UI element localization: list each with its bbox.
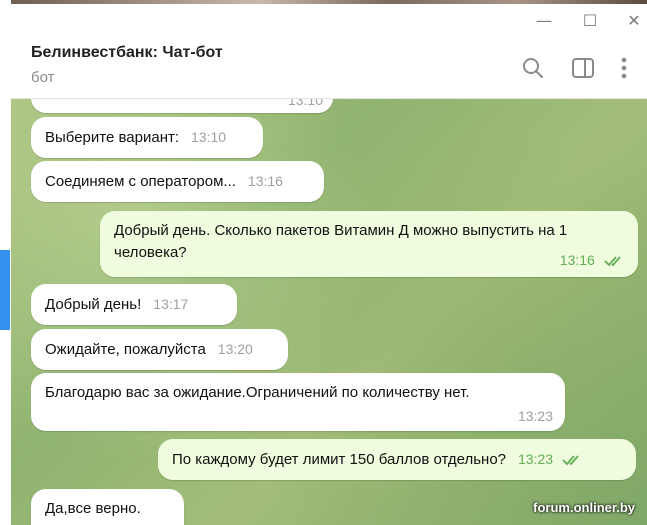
message-bubble[interactable]: Добрый день. Сколько пакетов Витамин Д м… [100, 211, 638, 277]
message-time: 13:16 [559, 252, 595, 268]
maximize-icon: ☐ [582, 11, 598, 30]
message-bubble[interactable]: Благодарю вас за ожидание.Ограничений по… [31, 373, 565, 431]
message-text: Добрый день! [45, 296, 142, 313]
message-time: 13:23 [517, 408, 553, 424]
message-text: Соединяем с оператором... [45, 173, 236, 190]
maximize-button[interactable]: ☐ [567, 8, 613, 34]
chat-header: Белинвестбанк: Чат-бот бот [11, 34, 647, 99]
message-text: По каждому будет лимит 150 баллов отдель… [172, 451, 507, 468]
watermark: forum.onliner.by [533, 500, 635, 515]
read-check-icon [604, 256, 621, 267]
message-bubble[interactable]: Ожидайте, пожалуйста 13:20 [31, 329, 288, 370]
message-text: Благодарю вас за ожидание.Ограничений по… [45, 384, 470, 401]
message-bubble[interactable]: Выберите вариант: 13:10 [31, 117, 263, 158]
message-text: Добрый день. Сколько пакетов Витамин Д м… [114, 222, 568, 261]
minimize-icon: — [536, 11, 552, 30]
chat-area[interactable]: 13:10 Выберите вариант: 13:10 Соединяем с… [11, 99, 647, 525]
minimize-button[interactable]: — [521, 8, 567, 34]
message-time: 13:10 [191, 129, 227, 145]
more-vertical-icon [621, 57, 627, 79]
message-text: Да,все верно. [45, 500, 141, 517]
chat-title[interactable]: Белинвестбанк: Чат-бот [31, 44, 223, 62]
selected-chat-indicator [0, 250, 10, 330]
read-check-icon [562, 455, 579, 466]
close-button[interactable]: ✕ [611, 8, 647, 34]
message-time: 13:23 [518, 451, 554, 467]
window-titlebar: — ☐ ✕ [11, 4, 647, 34]
message-time: 13:20 [217, 341, 253, 357]
message-time: 13:17 [153, 296, 189, 312]
message-bubble[interactable]: По каждому будет лимит 150 баллов отдель… [158, 439, 636, 480]
message-text: Ожидайте, пожалуйста [45, 341, 206, 358]
search-icon [523, 58, 543, 78]
message-text: Выберите вариант: [45, 129, 180, 146]
left-panel-edge [0, 0, 11, 525]
chat-subtitle: бот [31, 69, 55, 86]
message-time: 13:10 [287, 99, 323, 108]
more-options-button[interactable] [614, 54, 634, 82]
message-bubble[interactable]: Добрый день! 13:17 [31, 284, 237, 325]
close-icon: ✕ [627, 11, 641, 30]
message-bubble[interactable]: Соединяем с оператором... 13:16 [31, 161, 324, 202]
message-bubble[interactable]: 13:10 [31, 99, 333, 113]
sidebar-toggle-button[interactable] [569, 54, 597, 82]
search-button[interactable] [519, 54, 547, 82]
sidebar-toggle-icon [572, 58, 594, 78]
message-time: 13:16 [247, 173, 283, 189]
message-bubble[interactable]: Да,все верно. [31, 489, 184, 525]
